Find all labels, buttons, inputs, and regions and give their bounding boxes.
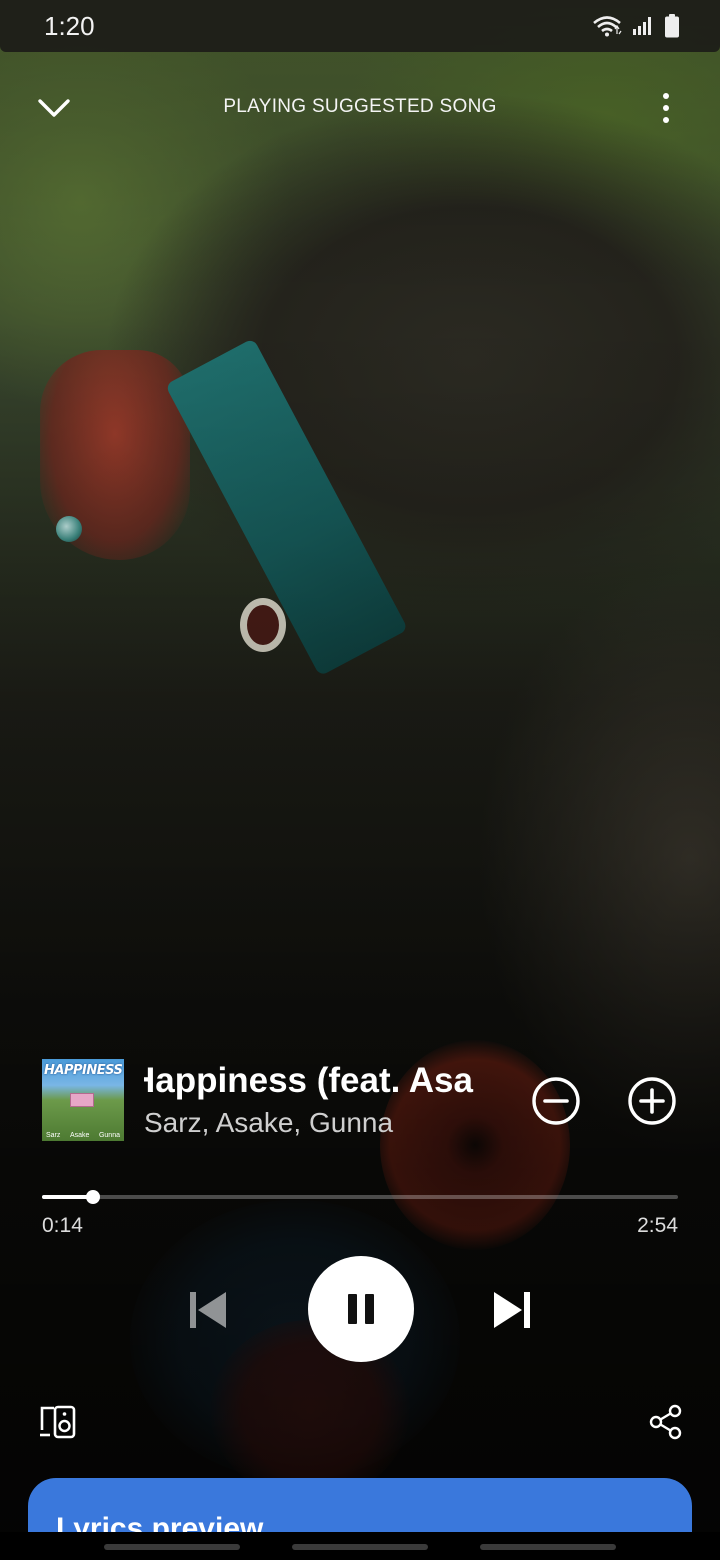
cover-credit: Gunna	[98, 1132, 120, 1139]
share-button[interactable]	[646, 1402, 686, 1442]
seek-bar-track	[42, 1195, 678, 1199]
connect-devices-button[interactable]	[38, 1402, 78, 1442]
pause-icon	[348, 1294, 374, 1324]
add-circle-icon	[628, 1077, 676, 1125]
nav-recents-handle[interactable]	[104, 1544, 240, 1550]
more-options-button[interactable]	[646, 88, 686, 128]
skip-previous-icon	[190, 1292, 226, 1328]
next-button[interactable]	[490, 1288, 534, 1332]
cover-credit: Sarz	[46, 1132, 61, 1139]
player-header: PLAYING SUGGESTED SONG	[0, 76, 720, 140]
cover-house-graphic	[70, 1093, 94, 1107]
more-vertical-icon	[663, 93, 669, 123]
signal-icon	[633, 17, 651, 35]
connect-devices-icon	[40, 1405, 76, 1439]
battery-icon	[665, 14, 679, 38]
cover-credits: Sarz Asake Gunna	[44, 1132, 122, 1139]
nav-back-handle[interactable]	[480, 1544, 616, 1550]
skip-next-icon	[494, 1292, 530, 1328]
wifi-icon	[593, 16, 622, 37]
seek-bar[interactable]	[42, 1188, 678, 1208]
song-title-marquee[interactable]: Happiness (feat. Asa	[144, 1059, 516, 1103]
cover-title: HAPPINESS	[44, 1063, 123, 1078]
status-bar: 1:20	[0, 0, 720, 52]
total-time: 2:54	[637, 1214, 678, 1237]
remove-circle-icon	[532, 1077, 580, 1125]
remove-button[interactable]	[530, 1075, 582, 1127]
playback-controls	[0, 1256, 720, 1362]
cover-credit: Asake	[69, 1132, 90, 1139]
system-navigation-bar	[0, 1532, 720, 1560]
status-icons	[592, 14, 680, 38]
track-info: HAPPINESS Sarz Asake Gunna Happiness (fe…	[42, 1059, 682, 1141]
elapsed-time: 0:14	[42, 1214, 83, 1237]
add-to-library-button[interactable]	[626, 1075, 678, 1127]
share-icon	[649, 1404, 682, 1440]
album-cover-thumbnail[interactable]: HAPPINESS Sarz Asake Gunna	[42, 1059, 124, 1141]
song-title: Happiness (feat. Asa	[144, 1061, 473, 1100]
seek-bar-thumb[interactable]	[86, 1190, 100, 1204]
song-artists[interactable]: Sarz, Asake, Gunna	[144, 1107, 393, 1139]
context-title: PLAYING SUGGESTED SONG	[223, 96, 497, 117]
pause-button[interactable]	[308, 1256, 414, 1362]
previous-button[interactable]	[186, 1288, 230, 1332]
nav-home-handle[interactable]	[292, 1544, 428, 1550]
status-time: 1:20	[44, 10, 95, 41]
